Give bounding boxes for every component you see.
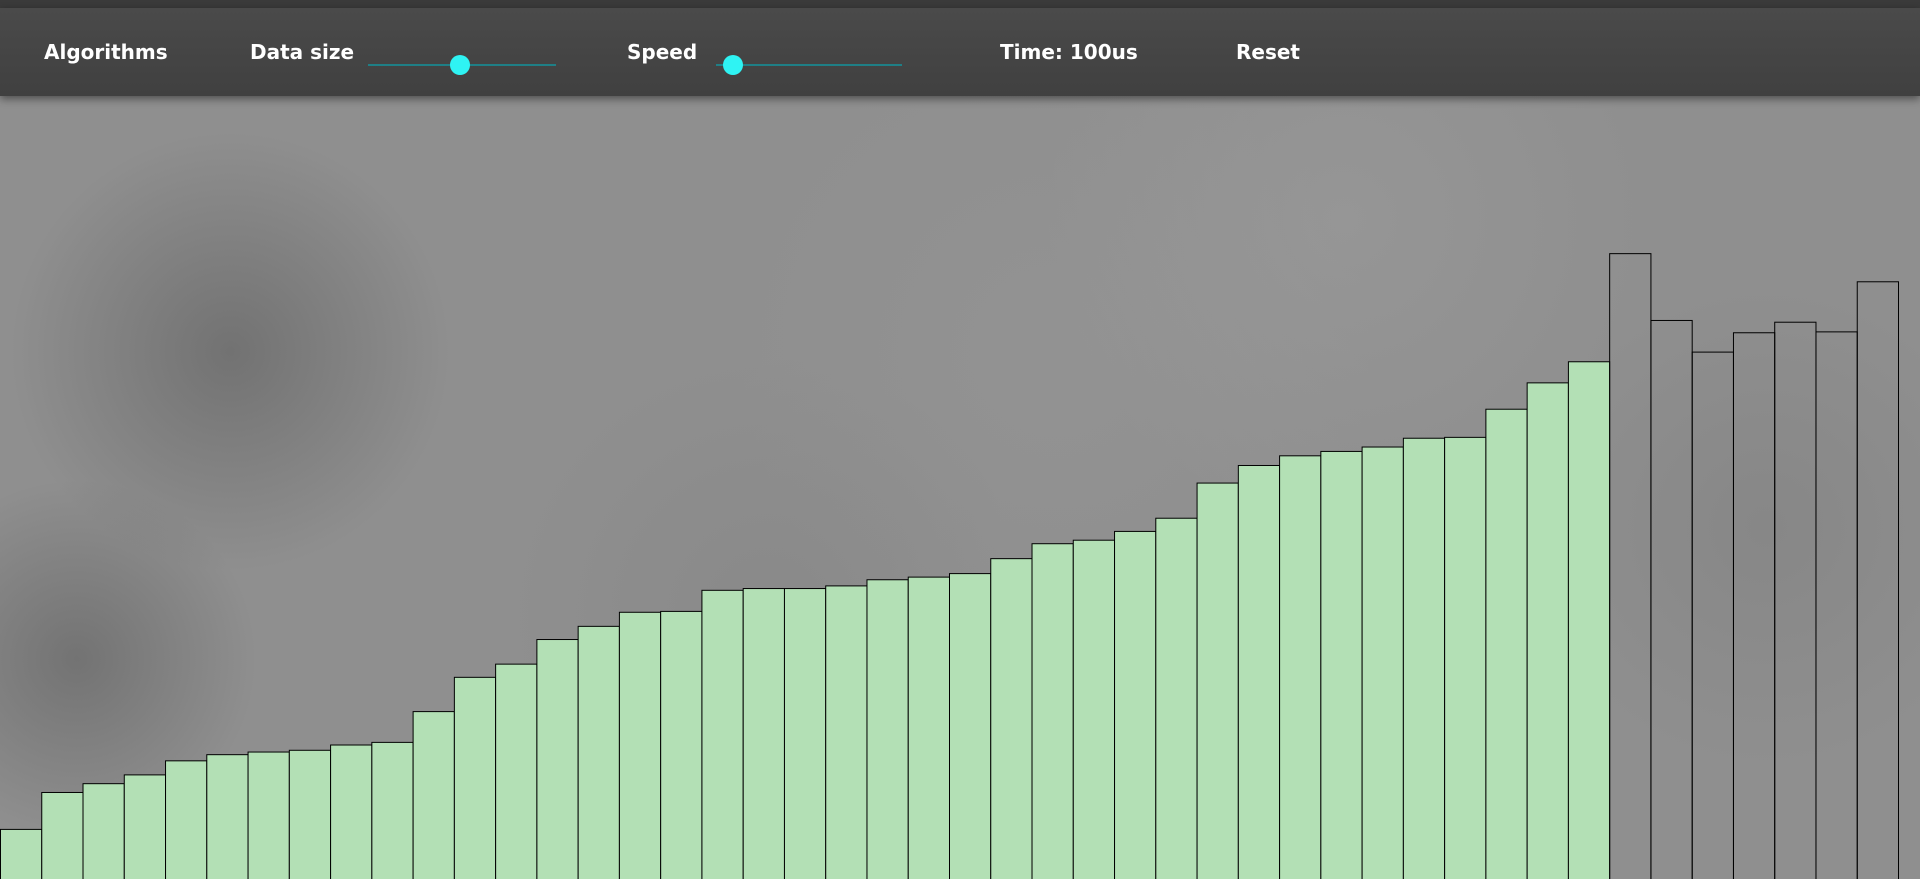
unsorted-bar: [1856, 281, 1899, 879]
time-display: Time: 100us: [1000, 40, 1138, 64]
sorted-bar: [1279, 455, 1322, 879]
sorted-bar: [990, 558, 1033, 879]
sorted-bar: [1155, 517, 1198, 879]
sorted-bar: [1114, 530, 1157, 879]
sorted-bar: [206, 754, 249, 879]
sorted-bar: [1567, 361, 1611, 879]
sorted-bar: [1485, 408, 1528, 879]
sorted-bar: [1072, 539, 1116, 879]
data-size-slider-thumb[interactable]: [450, 55, 471, 75]
sorted-bar: [660, 610, 703, 879]
unsorted-bar: [1774, 321, 1817, 879]
unsorted-bar: [1691, 351, 1734, 879]
sorted-bar: [41, 791, 84, 879]
reset-button[interactable]: Reset: [1236, 40, 1300, 64]
sorted-bar: [1402, 437, 1446, 879]
unsorted-bar: [1732, 332, 1776, 879]
sorted-bar: [825, 585, 868, 879]
unsorted-bar: [1815, 331, 1858, 879]
speed-label: Speed: [627, 40, 698, 64]
sorted-bar: [949, 573, 992, 879]
sorted-bar: [618, 611, 662, 879]
sorted-bar: [330, 744, 373, 879]
sorted-bar: [1361, 446, 1404, 879]
data-size-label: Data size: [250, 40, 355, 64]
algorithms-menu[interactable]: Algorithms: [44, 40, 168, 64]
sorted-bar: [577, 625, 620, 879]
speed-slider-track: [716, 64, 902, 66]
sorted-bar: [453, 676, 497, 879]
sorted-bar: [123, 774, 167, 879]
top-navbar: Algorithms Data size Speed Time: 100us R…: [0, 8, 1920, 96]
sorted-bar: [1320, 450, 1363, 879]
sorted-bar: [1237, 464, 1281, 879]
sorted-bar: [742, 588, 785, 879]
sorted-bar: [288, 749, 332, 879]
speed-slider-thumb[interactable]: [722, 55, 743, 75]
sorted-bar: [1196, 482, 1239, 879]
sorted-bar: [1526, 382, 1569, 879]
sorted-bar: [0, 828, 43, 879]
unsorted-bar: [1609, 253, 1652, 879]
sorted-bar: [783, 588, 827, 879]
sorted-bar: [907, 576, 950, 879]
sorted-bar: [495, 663, 538, 879]
sorted-bar: [1444, 436, 1487, 879]
sorted-bar: [412, 711, 455, 879]
sorted-bar: [165, 760, 208, 879]
sorted-bar: [1031, 543, 1074, 879]
sorted-bar: [536, 639, 579, 879]
sorted-bar: [866, 579, 909, 879]
sorted-bar: [82, 783, 125, 879]
sorted-bar: [247, 751, 290, 879]
unsorted-bar: [1650, 319, 1693, 879]
speed-slider[interactable]: [716, 54, 902, 76]
sorting-bars-chart: [0, 253, 1899, 879]
sorted-bar: [371, 741, 414, 879]
data-size-slider[interactable]: [368, 54, 556, 76]
sorted-bar: [701, 589, 744, 879]
